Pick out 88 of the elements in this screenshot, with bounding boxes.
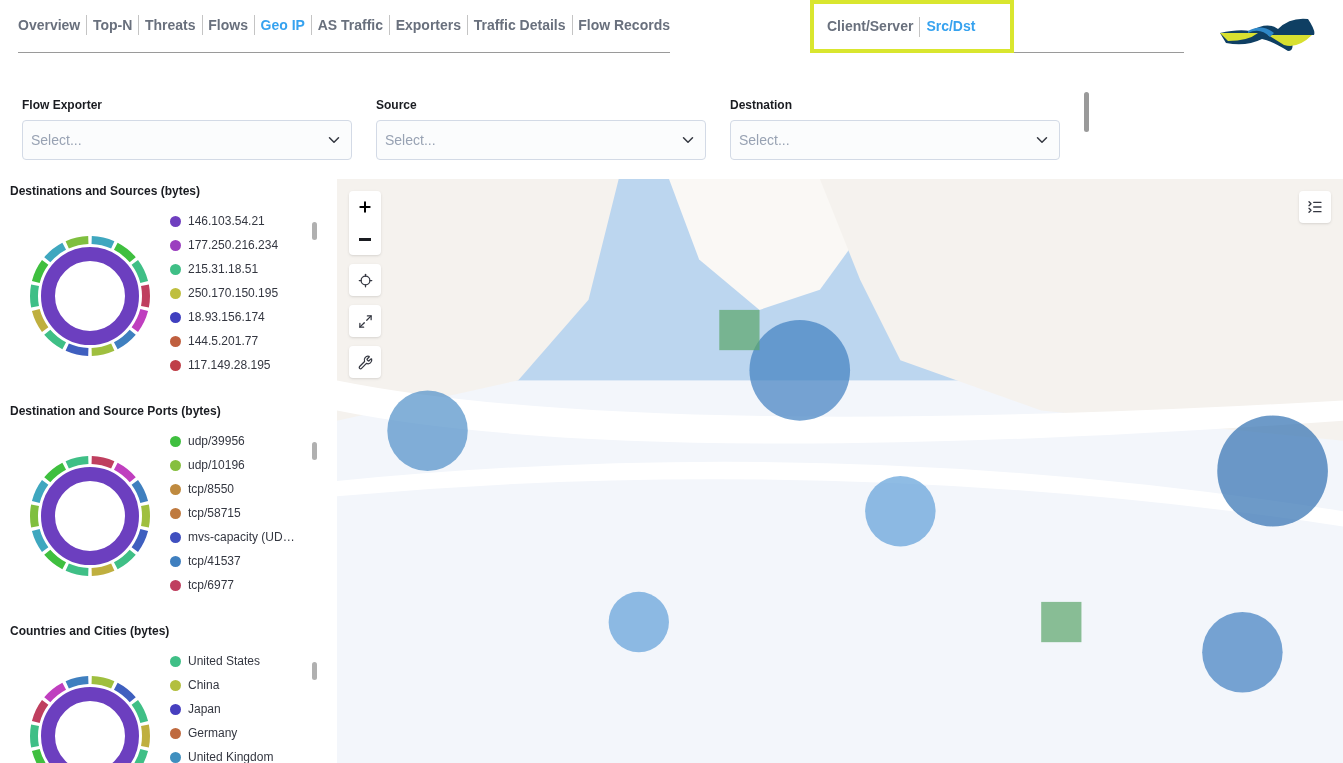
donut-segment[interactable] xyxy=(44,462,67,483)
donut-segment[interactable] xyxy=(131,700,149,723)
donut-segment[interactable] xyxy=(65,343,89,356)
donut-segment[interactable] xyxy=(91,456,115,469)
plus-icon xyxy=(357,199,373,215)
select-input[interactable]: Select... xyxy=(385,129,585,151)
legend-item[interactable]: United Kingdom xyxy=(170,748,300,763)
donut-segment[interactable] xyxy=(131,529,149,552)
expand-icon xyxy=(357,313,373,329)
donut-segment[interactable] xyxy=(44,329,67,350)
donut-segment[interactable] xyxy=(113,329,136,350)
select-input[interactable]: Select... xyxy=(739,129,939,151)
legend-item[interactable]: 177.250.216.234 xyxy=(170,236,300,255)
select-field[interactable]: Select... xyxy=(730,120,1060,160)
donut-segment[interactable] xyxy=(131,260,149,283)
filter-label: Source xyxy=(376,97,418,114)
scrollbar[interactable] xyxy=(312,662,317,680)
legend-item[interactable]: 250.170.150.195 xyxy=(170,284,300,303)
select-field[interactable]: Select... xyxy=(376,120,706,160)
donut-segment[interactable] xyxy=(41,247,139,345)
donut-segment[interactable] xyxy=(65,563,89,576)
donut-segment[interactable] xyxy=(131,480,149,503)
donut-segment[interactable] xyxy=(91,343,115,356)
minus-icon xyxy=(359,237,371,241)
legend-item[interactable]: Germany xyxy=(170,724,300,743)
fullscreen-button[interactable] xyxy=(349,305,381,337)
legend-item[interactable]: 215.31.18.51 xyxy=(170,260,300,279)
panel-title: Destination and Source Ports (bytes) xyxy=(10,403,222,420)
scrollbar[interactable] xyxy=(312,222,317,240)
legend-item[interactable]: udp/10196 xyxy=(170,456,300,475)
nav-tab[interactable]: Threats xyxy=(145,14,196,36)
donut-segment[interactable] xyxy=(113,462,136,483)
filter-label: Flow Exporter xyxy=(22,97,103,114)
legend-item[interactable]: 117.149.28.195 xyxy=(170,356,300,375)
legend-item[interactable]: udp/39956 xyxy=(170,432,300,451)
donut-segment[interactable] xyxy=(44,682,67,703)
panel-title: Destinations and Sources (bytes) xyxy=(10,183,202,200)
legend-item[interactable]: tcp/6977 xyxy=(170,576,300,595)
legend-item[interactable]: tcp/58715 xyxy=(170,504,300,523)
donut-segment[interactable] xyxy=(113,682,136,703)
legend-item[interactable]: 18.93.156.174 xyxy=(170,308,300,327)
donut-segment[interactable] xyxy=(44,549,67,570)
legend-item[interactable]: tcp/41537 xyxy=(170,552,300,571)
crosshair-icon xyxy=(357,272,373,288)
donut-segment[interactable] xyxy=(31,480,49,503)
legend-item[interactable]: United States xyxy=(170,652,300,671)
panel-title: Countries and Cities (bytes) xyxy=(10,623,171,640)
scrollbar[interactable] xyxy=(1084,92,1089,132)
wrench-icon xyxy=(357,354,373,370)
legend-item[interactable]: 144.5.201.77 xyxy=(170,332,300,351)
donut-segment[interactable] xyxy=(141,284,150,308)
legend-item[interactable]: 146.103.54.21 xyxy=(170,212,300,231)
nav-tab[interactable]: Flow Records xyxy=(578,14,670,36)
nav-tab[interactable]: Traffic Details xyxy=(473,14,566,36)
legend-item[interactable]: tcp/8550 xyxy=(170,480,300,499)
legend-item[interactable]: China xyxy=(170,676,300,695)
donut-segment[interactable] xyxy=(44,242,67,263)
legend-item[interactable]: mvs-capacity (UD… xyxy=(170,528,300,547)
locate-button[interactable] xyxy=(349,264,381,296)
donut-segment[interactable] xyxy=(31,700,49,723)
donut-segment[interactable] xyxy=(31,529,49,552)
donut-segment[interactable] xyxy=(91,236,115,249)
donut-segment[interactable] xyxy=(131,309,149,332)
select-input[interactable]: Select... xyxy=(31,129,231,151)
nav-tab[interactable]: Flows xyxy=(208,14,248,36)
filter-label: Destnation xyxy=(730,97,793,114)
layers-toggle-button[interactable] xyxy=(1299,191,1331,223)
nav-tab[interactable]: Exporters xyxy=(395,14,461,36)
donut-segment[interactable] xyxy=(41,687,139,763)
donut-segment[interactable] xyxy=(31,260,49,283)
select-field[interactable]: Select... xyxy=(22,120,352,160)
nav-tab[interactable]: AS Traffic xyxy=(317,14,383,36)
donut-segment[interactable] xyxy=(91,563,115,576)
donut-segment[interactable] xyxy=(65,456,89,469)
list-icon xyxy=(1307,199,1323,215)
scrollbar[interactable] xyxy=(312,442,317,460)
legend-item[interactable]: Japan xyxy=(170,700,300,719)
donut-segment[interactable] xyxy=(65,676,89,689)
donut-segment[interactable] xyxy=(91,676,115,689)
donut-segment[interactable] xyxy=(113,242,136,263)
tools-button[interactable] xyxy=(349,346,381,378)
donut-segment[interactable] xyxy=(65,236,89,249)
nav-tab[interactable]: Top-N xyxy=(92,14,133,36)
nav-tab[interactable]: Overview xyxy=(18,14,81,36)
donut-segment[interactable] xyxy=(113,549,136,570)
view-tab[interactable]: Client/Server xyxy=(827,16,914,37)
donut-segment[interactable] xyxy=(31,309,49,332)
donut-segment[interactable] xyxy=(41,467,139,565)
